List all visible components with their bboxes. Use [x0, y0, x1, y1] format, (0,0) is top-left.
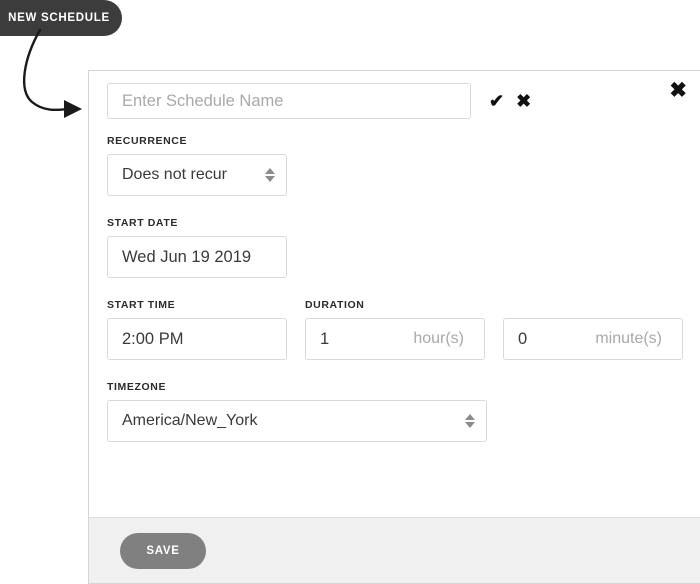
save-button[interactable]: SAVE [120, 532, 206, 569]
start-time-input[interactable]: 2:00 PM [107, 318, 287, 360]
recurrence-value: Does not recur [122, 166, 227, 183]
schedule-name-input[interactable]: Enter Schedule Name [107, 83, 471, 119]
duration-minutes-value: 0 [518, 329, 528, 348]
duration-hours-unit: hour(s) [413, 330, 464, 347]
duration-hours-input[interactable]: 1 hour(s) [305, 318, 485, 360]
duration-label: DURATION [305, 299, 365, 311]
duration-hours-value: 1 [320, 329, 330, 348]
schedule-name-row: Enter Schedule Name ✔ ✖ [107, 81, 700, 121]
updown-arrows-icon [265, 168, 275, 182]
timezone-select[interactable]: America/New_York [107, 400, 487, 442]
start-date-input[interactable]: Wed Jun 19 2019 [107, 236, 287, 278]
duration-minutes-input[interactable]: 0 minute(s) [503, 318, 683, 360]
check-icon[interactable]: ✔ [489, 92, 504, 110]
recurrence-field: RECURRENCE Does not recur [107, 135, 287, 196]
dialog-body: Enter Schedule Name ✔ ✖ ✖ RECURRENCE Doe… [89, 71, 700, 517]
x-icon[interactable]: ✖ [516, 92, 531, 110]
start-time-field: START TIME 2:00 PM [107, 299, 287, 360]
duration-minutes-unit: minute(s) [595, 330, 662, 347]
new-schedule-dialog: Enter Schedule Name ✔ ✖ ✖ RECURRENCE Doe… [88, 70, 700, 584]
timezone-label: TIMEZONE [107, 381, 167, 393]
start-date-field: START DATE Wed Jun 19 2019 [107, 217, 287, 278]
new-schedule-button-label: NEW SCHEDULE [8, 12, 110, 24]
timezone-value: America/New_York [122, 412, 258, 429]
duration-field: DURATION 1 hour(s) 0 minute(s) [305, 299, 683, 360]
time-duration-row: START TIME 2:00 PM DURATION 1 hour(s) 0 … [107, 299, 697, 360]
start-date-label: START DATE [107, 217, 178, 229]
recurrence-label: RECURRENCE [107, 135, 188, 147]
start-time-label: START TIME [107, 299, 176, 311]
duration-inputs: 1 hour(s) 0 minute(s) [305, 318, 683, 360]
dialog-footer: SAVE [89, 517, 700, 583]
close-icon[interactable]: ✖ [669, 80, 687, 101]
recurrence-select[interactable]: Does not recur [107, 154, 287, 196]
updown-arrows-icon [465, 414, 475, 428]
timezone-field: TIMEZONE America/New_York [107, 381, 487, 442]
save-button-label: SAVE [146, 544, 180, 557]
